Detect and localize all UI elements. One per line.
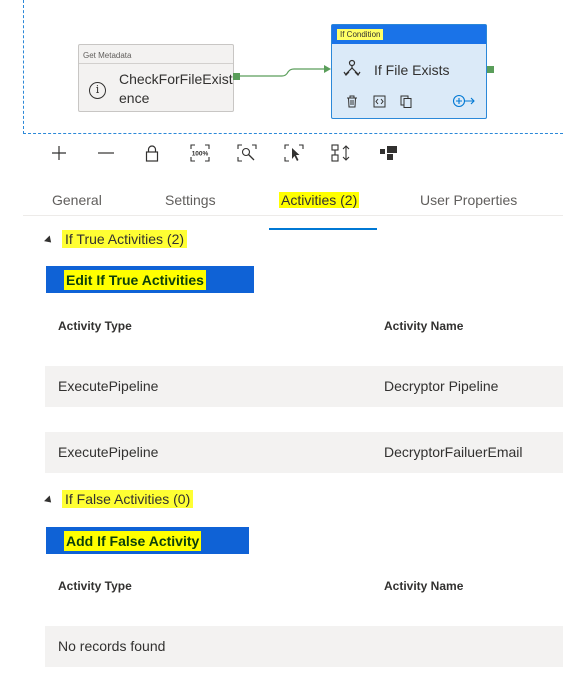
button-label: Edit If True Activities — [64, 269, 206, 290]
activity-connector-arrow[interactable] — [240, 60, 332, 84]
if-condition-activity-node[interactable]: If Condition If File Exists — [331, 24, 487, 119]
zoom-100-icon: 100% — [190, 144, 210, 162]
auto-align-button[interactable] — [330, 141, 352, 165]
success-output-port[interactable] — [233, 73, 240, 80]
tab-settings[interactable]: Settings — [165, 192, 216, 208]
activity-name-cell: DecryptorFailuerEmail — [384, 444, 523, 460]
properties-panel: General Settings Activities (2) User Pro… — [23, 172, 563, 679]
column-header-activity-type: Activity Type — [58, 319, 132, 333]
table-row[interactable]: ExecutePipeline DecryptorFailuerEmail — [45, 432, 563, 473]
add-if-false-activity-button[interactable]: Add If False Activity — [46, 527, 249, 554]
if-true-section-header: If True Activities (2) — [62, 230, 188, 248]
add-output-icon[interactable] — [452, 94, 476, 108]
column-header-activity-type: Activity Type — [58, 579, 132, 593]
zoom-in-icon — [52, 146, 66, 160]
node-divider — [79, 63, 233, 64]
zoom-fit-icon — [237, 144, 257, 162]
empty-table-row: No records found — [45, 626, 563, 667]
tab-bar: General Settings Activities (2) User Pro… — [23, 186, 563, 230]
if-condition-icon — [343, 59, 361, 76]
lock-icon — [145, 144, 159, 162]
get-metadata-activity-node[interactable]: Get Metadata i CheckForFileExistence — [78, 44, 234, 112]
canvas-border — [23, 0, 24, 134]
zoom-100-button[interactable]: 100% — [189, 141, 211, 165]
tab-general[interactable]: General — [52, 192, 102, 208]
layout-icon — [380, 146, 397, 160]
node-header: If Condition — [332, 25, 486, 44]
column-header-activity-name: Activity Name — [384, 579, 464, 593]
activity-type-cell: ExecutePipeline — [58, 378, 159, 394]
table-row[interactable]: ExecutePipeline Decryptor Pipeline — [45, 366, 563, 407]
copy-icon[interactable] — [400, 95, 413, 108]
info-icon: i — [89, 82, 106, 99]
activity-type-label: If Condition — [337, 29, 384, 40]
zoom-out-icon — [98, 152, 114, 154]
active-tab-indicator — [269, 228, 377, 230]
button-label: Add If False Activity — [64, 530, 202, 551]
collapse-triangle-icon — [44, 495, 54, 506]
collapse-triangle-icon — [44, 235, 54, 246]
if-true-section-toggle[interactable]: If True Activities (2) — [44, 230, 188, 248]
auto-align-icon — [331, 144, 350, 162]
tab-activities[interactable]: Activities (2) — [279, 192, 360, 208]
activity-name-cell: Decryptor Pipeline — [384, 378, 499, 394]
tab-user-properties[interactable]: User Properties — [420, 192, 517, 208]
code-icon[interactable] — [373, 95, 386, 108]
output-port[interactable] — [487, 66, 494, 73]
if-false-section-toggle[interactable]: If False Activities (0) — [44, 490, 194, 508]
activity-name: CheckForFileExistence — [119, 71, 233, 106]
activity-type-label: Get Metadata — [83, 51, 132, 60]
layout-button[interactable] — [378, 141, 400, 165]
zoom-in-button[interactable] — [48, 141, 70, 165]
canvas-border — [23, 133, 563, 134]
activity-type-cell: ExecutePipeline — [58, 444, 159, 460]
zoom-out-button[interactable] — [95, 141, 117, 165]
activity-name: If File Exists — [374, 62, 450, 78]
if-false-section-header: If False Activities (0) — [62, 490, 194, 508]
delete-icon[interactable] — [346, 95, 358, 108]
zoom-100-label: 100% — [192, 151, 209, 158]
edit-if-true-activities-button[interactable]: Edit If True Activities — [46, 266, 254, 293]
no-records-text: No records found — [58, 638, 166, 654]
select-icon — [284, 144, 304, 162]
tab-activities-label: Activities (2) — [279, 192, 360, 208]
zoom-fit-button[interactable] — [236, 141, 258, 165]
lock-button[interactable] — [141, 141, 163, 165]
column-header-activity-name: Activity Name — [384, 319, 464, 333]
select-button[interactable] — [283, 141, 305, 165]
pipeline-canvas[interactable]: Get Metadata i CheckForFileExistence If … — [0, 0, 563, 134]
